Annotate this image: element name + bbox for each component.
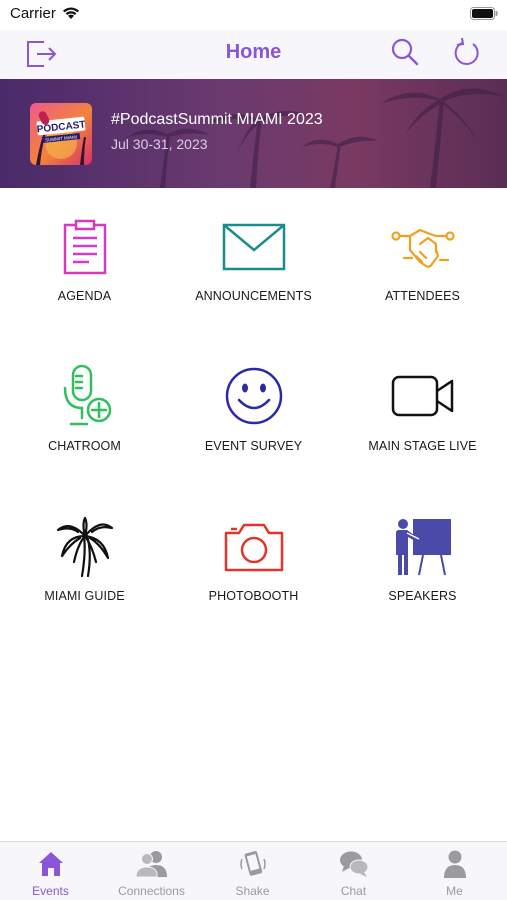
tab-shake[interactable]: Shake (202, 842, 303, 900)
tab-label: Chat (340, 884, 367, 898)
person-icon (443, 850, 466, 878)
battery-icon (470, 7, 498, 20)
tile-attendees[interactable]: ATTENDEES (338, 188, 507, 338)
home-icon (38, 852, 63, 876)
tile-label: EVENT SURVEY (204, 439, 303, 453)
shake-phone-icon (239, 851, 266, 876)
envelope-icon (222, 223, 285, 271)
tab-events[interactable]: Events (0, 842, 101, 900)
tile-label: ANNOUNCEMENTS (195, 289, 312, 303)
event-title: #PodcastSummit MIAMI 2023 (111, 111, 323, 128)
tile-label: AGENDA (57, 289, 112, 303)
search-icon[interactable] (389, 36, 421, 73)
people-icon (134, 851, 167, 878)
tab-chat[interactable]: Chat (303, 842, 404, 900)
tab-label: Connections (118, 884, 185, 898)
tab-label: Events (32, 884, 69, 898)
page-title: Home (225, 41, 282, 63)
chat-bubbles-icon (339, 851, 368, 877)
event-logo: PODCAST SUMMIT MIAMI (30, 103, 92, 165)
tab-label: Me (446, 884, 463, 898)
tile-main-stage-live[interactable]: MAIN STAGE LIVE (338, 338, 507, 488)
tile-speakers[interactable]: SPEAKERS (338, 488, 507, 638)
event-dates: Jul 30-31, 2023 (111, 136, 208, 152)
carrier-label: Carrier (10, 5, 56, 22)
event-banner[interactable]: PODCAST SUMMIT MIAMI #PodcastSummit MIAM… (0, 79, 507, 188)
tab-me[interactable]: Me (404, 842, 505, 900)
tile-label: ATTENDEES (385, 289, 460, 303)
tile-agenda[interactable]: AGENDA (0, 188, 169, 338)
wifi-icon (61, 5, 81, 25)
tile-label: MIAMI GUIDE (44, 589, 125, 603)
clipboard-icon (63, 219, 106, 275)
tile-label: CHATROOM (48, 439, 121, 453)
tile-announcements[interactable]: ANNOUNCEMENTS (169, 188, 338, 338)
tab-label: Shake (235, 884, 270, 898)
tile-label: MAIN STAGE LIVE (368, 439, 477, 453)
tab-bar: Events Connections Shake Chat Me (0, 841, 507, 900)
tile-label: SPEAKERS (388, 589, 457, 603)
tile-photobooth[interactable]: PHOTOBOOTH (169, 488, 338, 638)
tab-connections[interactable]: Connections (101, 842, 202, 900)
status-bar: Carrier (0, 0, 507, 30)
handshake-icon (390, 228, 455, 268)
presenter-icon (395, 519, 451, 576)
video-camera-icon (391, 375, 453, 417)
microphone-plus-icon (63, 364, 111, 426)
tile-chatroom[interactable]: CHATROOM (0, 338, 169, 488)
smiley-icon (225, 367, 282, 425)
tile-event-survey[interactable]: EVENT SURVEY (169, 338, 338, 488)
tile-miami-guide[interactable]: MIAMI GUIDE (0, 488, 169, 638)
navigation-bar: Home (0, 30, 507, 79)
refresh-icon[interactable] (452, 36, 484, 73)
camera-icon (224, 523, 283, 572)
palm-tree-icon (56, 516, 113, 578)
tile-label: PHOTOBOOTH (208, 589, 299, 603)
